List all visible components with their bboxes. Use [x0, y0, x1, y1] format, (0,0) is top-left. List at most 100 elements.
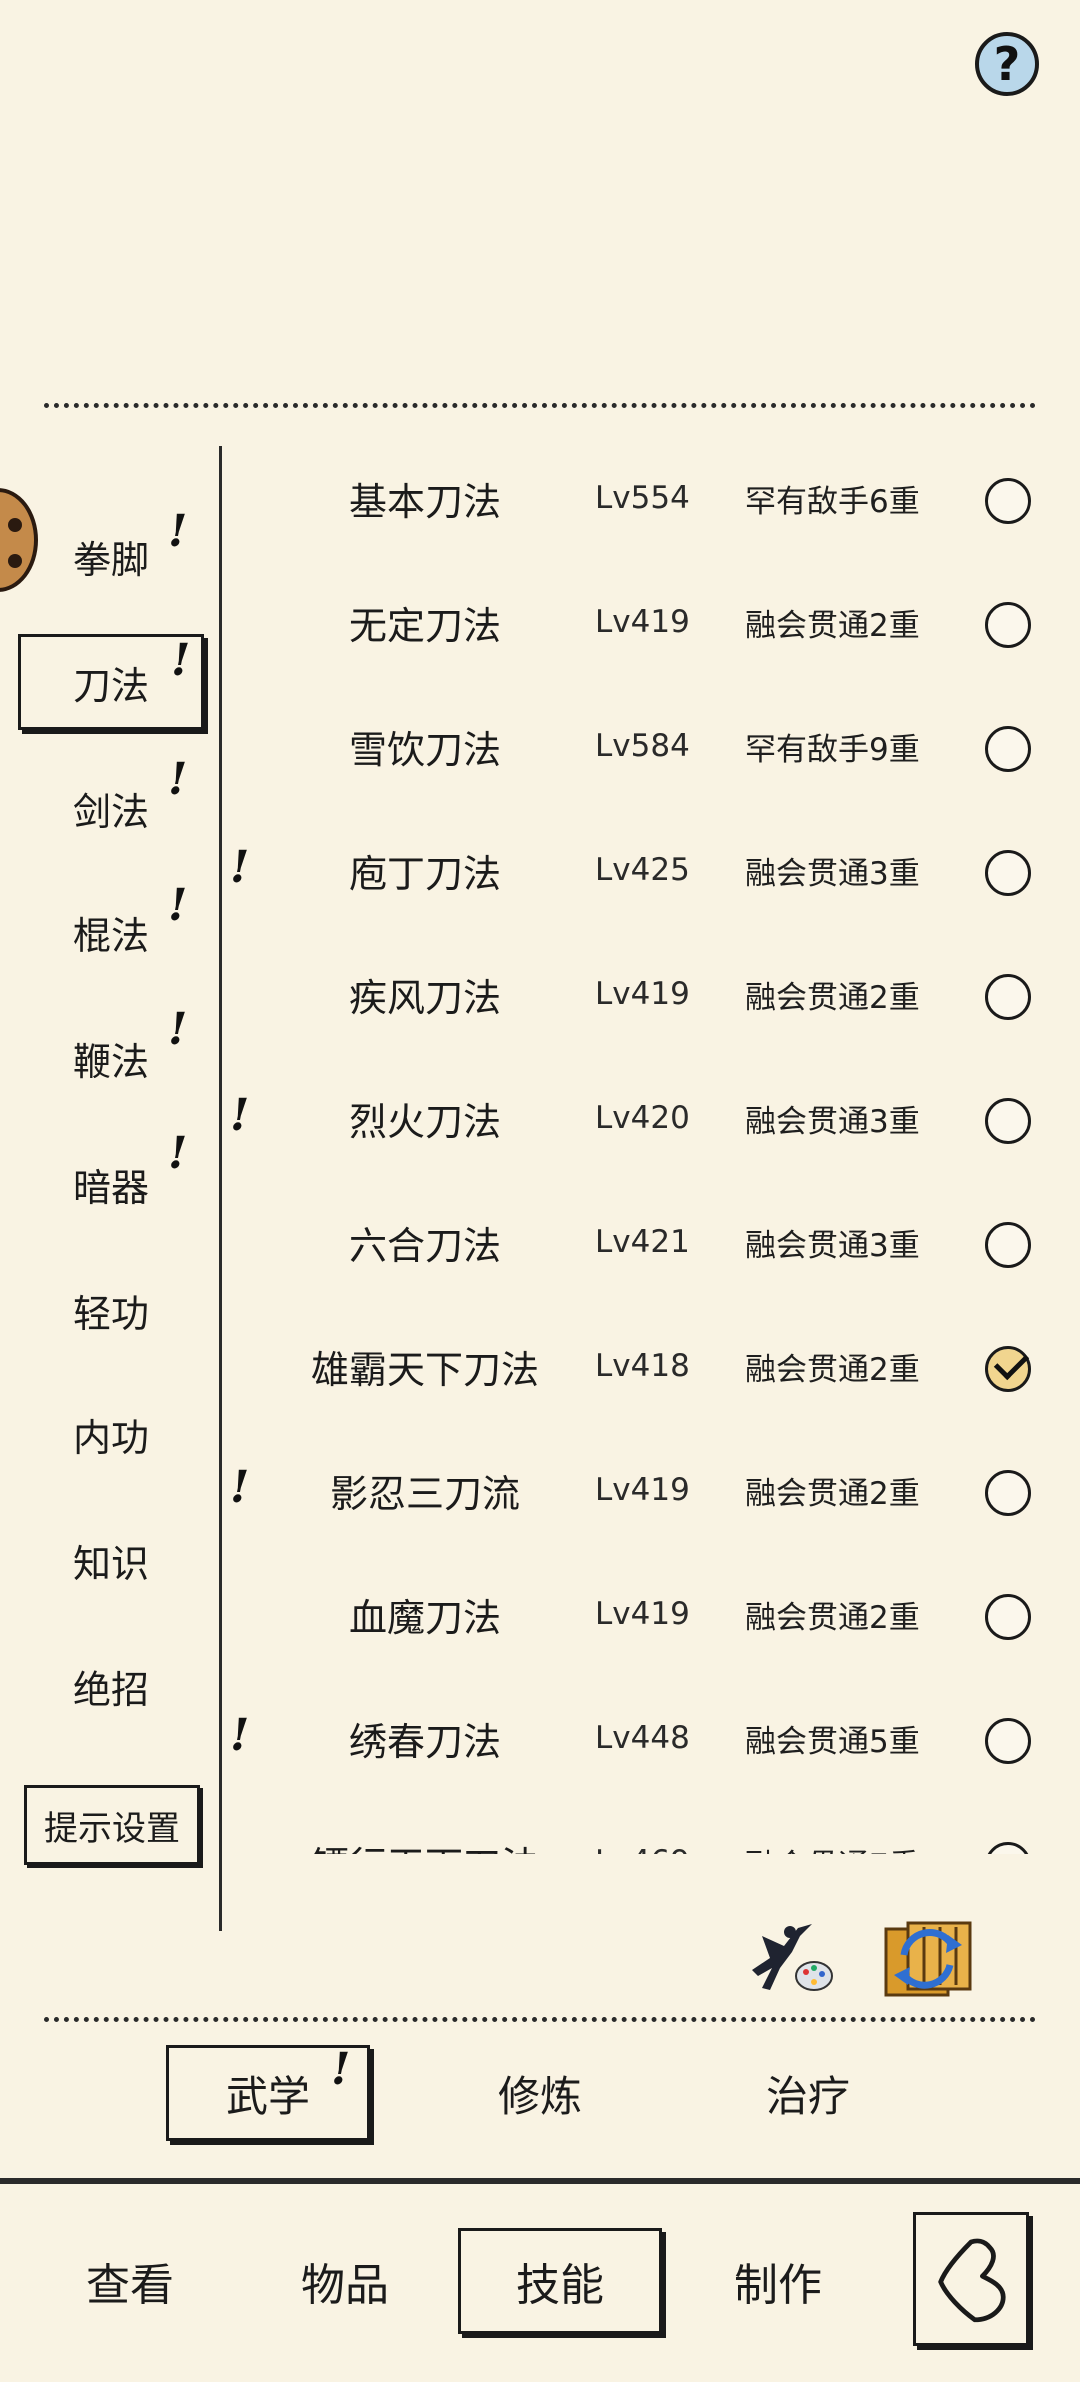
subtab-label: 修炼 — [497, 2071, 582, 2121]
skill-rank: 融会贯通2重 — [745, 1351, 920, 1388]
back-arrow-icon — [938, 2238, 1006, 2323]
skill-row[interactable]: 六合刀法 Lv421 融会贯通3重 — [225, 1180, 1055, 1304]
subtab-label: 治疗 — [765, 2071, 850, 2121]
skill-checkbox[interactable] — [985, 1222, 1031, 1268]
subtab-label: 武学 — [225, 2071, 310, 2121]
skill-rank: 融会贯通2重 — [745, 1599, 920, 1636]
category-label: 内功 — [72, 1415, 149, 1460]
nav-jineng[interactable]: 技能 — [458, 2228, 662, 2334]
category-qinggong[interactable]: 轻功 — [18, 1262, 204, 1358]
category-quanjiao[interactable]: 拳脚 ! — [18, 508, 204, 604]
skill-level: Lv419 — [595, 976, 690, 1012]
top-divider — [44, 403, 1036, 408]
category-jianfa[interactable]: 剑法 ! — [18, 758, 204, 856]
skill-row[interactable]: 血魔刀法 Lv419 融会贯通2重 — [225, 1552, 1055, 1676]
skill-level: Lv425 — [595, 852, 690, 888]
skill-name: 烈火刀法 — [348, 1099, 501, 1144]
skill-level: Lv420 — [595, 1100, 690, 1136]
nav-chakan[interactable]: 查看 — [30, 2228, 230, 2334]
skill-level: Lv419 — [595, 1472, 690, 1508]
skill-checkbox[interactable] — [985, 1718, 1031, 1764]
back-button[interactable] — [913, 2212, 1029, 2346]
skill-row[interactable]: 镖行天下刀法 Lv469 融会贯通7重 — [225, 1800, 1055, 1854]
nav-label: 制作 — [734, 2260, 822, 2311]
skill-checkbox[interactable] — [985, 974, 1031, 1020]
skill-name: 镖行天下刀法 — [245, 1800, 605, 1855]
subtab-zhiliao[interactable]: 治疗 — [708, 2045, 908, 2141]
bottom-divider — [44, 2017, 1036, 2022]
skill-checkbox[interactable] — [985, 1098, 1031, 1144]
skill-name: 影忍三刀流 — [329, 1471, 520, 1516]
category-daofa[interactable]: 刀法 ! — [18, 634, 204, 730]
category-label: 拳脚 — [72, 537, 149, 582]
skill-level: Lv469 — [595, 1800, 690, 1854]
skill-name: 雄霸天下刀法 — [310, 1347, 539, 1392]
skill-row[interactable]: ! 绣春刀法 Lv448 融会贯通5重 — [225, 1676, 1055, 1800]
nav-label: 物品 — [301, 2260, 389, 2311]
skill-row[interactable]: ! 影忍三刀流 Lv419 融会贯通2重 — [225, 1428, 1055, 1552]
skill-rank: 融会贯通5重 — [745, 1723, 920, 1760]
nav-wupin[interactable]: 物品 — [245, 2228, 445, 2334]
skill-rank: 融会贯通3重 — [745, 1227, 920, 1264]
skill-checkbox[interactable] — [985, 1842, 1031, 1854]
hint-settings-button[interactable]: 提示设置 — [24, 1785, 200, 1865]
skill-checkbox[interactable] — [985, 1594, 1031, 1640]
category-label: 轻功 — [72, 1291, 149, 1336]
category-label: 刀法 — [72, 663, 149, 708]
skill-list[interactable]: 基本刀法 Lv554 罕有敌手6重 无定刀法 Lv419 融会贯通2重 雪饮刀法… — [225, 436, 1055, 1854]
category-bianfa[interactable]: 鞭法 ! — [18, 1008, 204, 1106]
skill-name: 疾风刀法 — [348, 975, 501, 1020]
subtab-wuxue[interactable]: 武学 ! — [166, 2045, 370, 2141]
skill-name: 六合刀法 — [348, 1223, 501, 1268]
alert-icon: ! — [168, 1128, 188, 1179]
skill-name: 无定刀法 — [348, 603, 501, 648]
skill-level: Lv419 — [595, 604, 690, 640]
nav-zhizuo[interactable]: 制作 — [678, 2228, 878, 2334]
subtab-xiulian[interactable]: 修炼 — [440, 2045, 640, 2141]
skill-row[interactable]: 雪饮刀法 Lv584 罕有敌手9重 — [225, 684, 1055, 808]
category-label: 鞭法 — [72, 1039, 149, 1084]
skill-rank: 融会贯通2重 — [745, 979, 920, 1016]
skill-checkbox-checked[interactable] — [985, 1346, 1031, 1392]
category-neigong[interactable]: 内功 — [18, 1386, 204, 1482]
alert-icon: ! — [171, 635, 191, 686]
skill-rank: 融会贯通2重 — [745, 607, 920, 644]
skill-rank: 融会贯通3重 — [745, 1103, 920, 1140]
category-gunfa[interactable]: 棍法 ! — [18, 884, 204, 980]
skill-rank: 罕有敌手6重 — [745, 483, 920, 520]
skill-name: 基本刀法 — [348, 479, 501, 524]
category-label: 暗器 — [72, 1165, 149, 1210]
swap-scroll-icon[interactable] — [878, 1915, 978, 2003]
skill-row[interactable]: 雄霸天下刀法 Lv418 融会贯通2重 — [225, 1304, 1055, 1428]
skill-row[interactable]: ! 烈火刀法 Lv420 融会贯通3重 — [225, 1056, 1055, 1180]
category-juezhao[interactable]: 绝招 — [18, 1638, 204, 1734]
category-label: 剑法 — [72, 789, 149, 834]
skill-checkbox[interactable] — [985, 850, 1031, 896]
help-button[interactable]: ? — [975, 32, 1039, 96]
nav-label: 技能 — [516, 2260, 604, 2311]
skill-name: 绣春刀法 — [348, 1719, 501, 1764]
skill-level: Lv448 — [595, 1720, 690, 1756]
skill-level: Lv419 — [595, 1596, 690, 1632]
category-anqi[interactable]: 暗器 ! — [18, 1132, 204, 1232]
skill-checkbox[interactable] — [985, 1470, 1031, 1516]
skill-checkbox[interactable] — [985, 478, 1031, 524]
alert-icon: ! — [168, 880, 188, 931]
skill-row[interactable]: 无定刀法 Lv419 融会贯通2重 — [225, 560, 1055, 684]
category-zhishi[interactable]: 知识 — [18, 1512, 204, 1608]
skill-row[interactable]: 基本刀法 Lv554 罕有敌手6重 — [225, 436, 1055, 560]
skill-row[interactable]: 疾风刀法 Lv419 融会贯通2重 — [225, 932, 1055, 1056]
skill-name: 血魔刀法 — [348, 1595, 501, 1640]
alert-icon: ! — [168, 506, 188, 557]
list-divider — [219, 446, 222, 1931]
skill-level: Lv418 — [595, 1348, 690, 1384]
skill-name: 庖丁刀法 — [348, 851, 501, 896]
skill-rank: 融会贯通2重 — [745, 1475, 920, 1512]
skill-level: Lv584 — [595, 728, 690, 764]
skill-row[interactable]: ! 庖丁刀法 Lv425 融会贯通3重 — [225, 808, 1055, 932]
skill-checkbox[interactable] — [985, 602, 1031, 648]
skill-checkbox[interactable] — [985, 726, 1031, 772]
nav-divider — [0, 2178, 1080, 2184]
category-label: 知识 — [72, 1541, 149, 1586]
martial-artist-icon[interactable] — [740, 1918, 840, 2000]
